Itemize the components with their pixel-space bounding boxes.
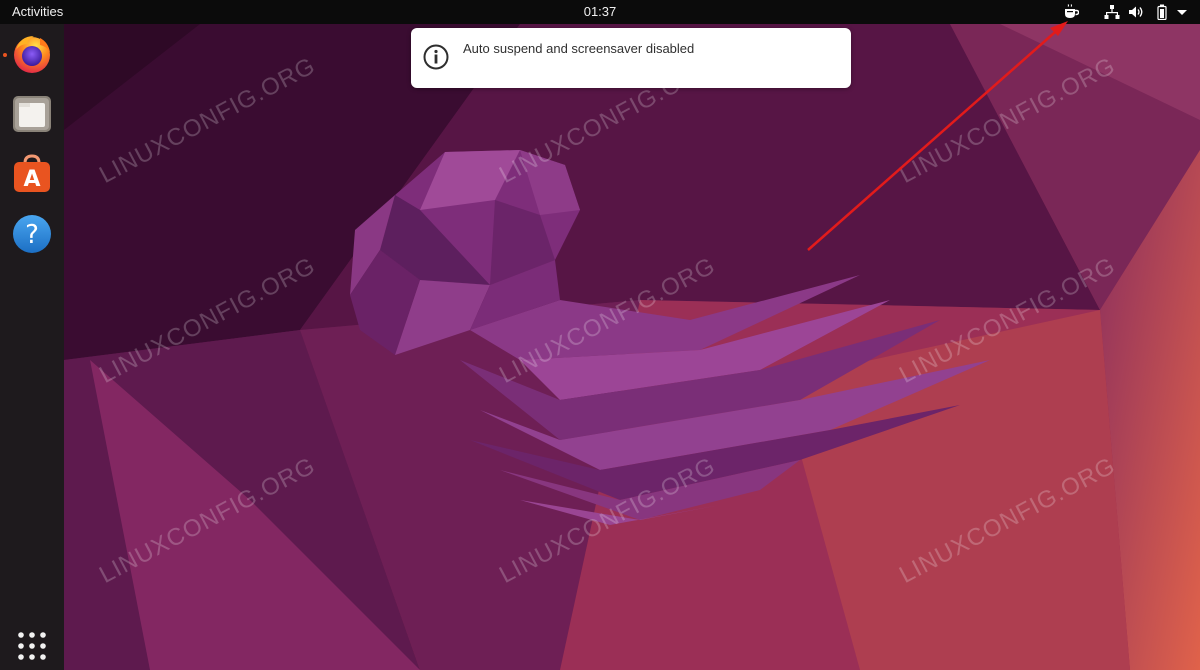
caffeine-icon[interactable] — [1063, 4, 1080, 20]
running-indicator — [3, 53, 7, 57]
network-icon[interactable] — [1104, 4, 1120, 20]
notification-banner[interactable]: Auto suspend and screensaver disabled — [411, 28, 851, 88]
battery-icon[interactable] — [1154, 4, 1170, 21]
activities-button[interactable]: Activities — [10, 0, 65, 24]
info-icon — [423, 44, 449, 70]
files-icon[interactable] — [10, 92, 54, 136]
show-applications-icon[interactable] — [17, 631, 47, 661]
ubuntu-software-icon[interactable]: A — [10, 152, 54, 196]
notification-message: Auto suspend and screensaver disabled — [463, 41, 695, 56]
svg-text:?: ? — [25, 220, 39, 250]
svg-text:A: A — [23, 167, 40, 192]
top-bar: Activities 01:37 — [0, 0, 1200, 24]
desktop-wallpaper[interactable] — [64, 24, 1200, 670]
clock[interactable]: 01:37 — [584, 0, 617, 24]
firefox-icon[interactable] — [10, 32, 54, 76]
system-menu-arrow-icon[interactable] — [1174, 4, 1190, 20]
help-icon[interactable]: ? — [10, 212, 54, 256]
dock: A ? — [0, 24, 64, 670]
volume-icon[interactable] — [1128, 4, 1144, 20]
